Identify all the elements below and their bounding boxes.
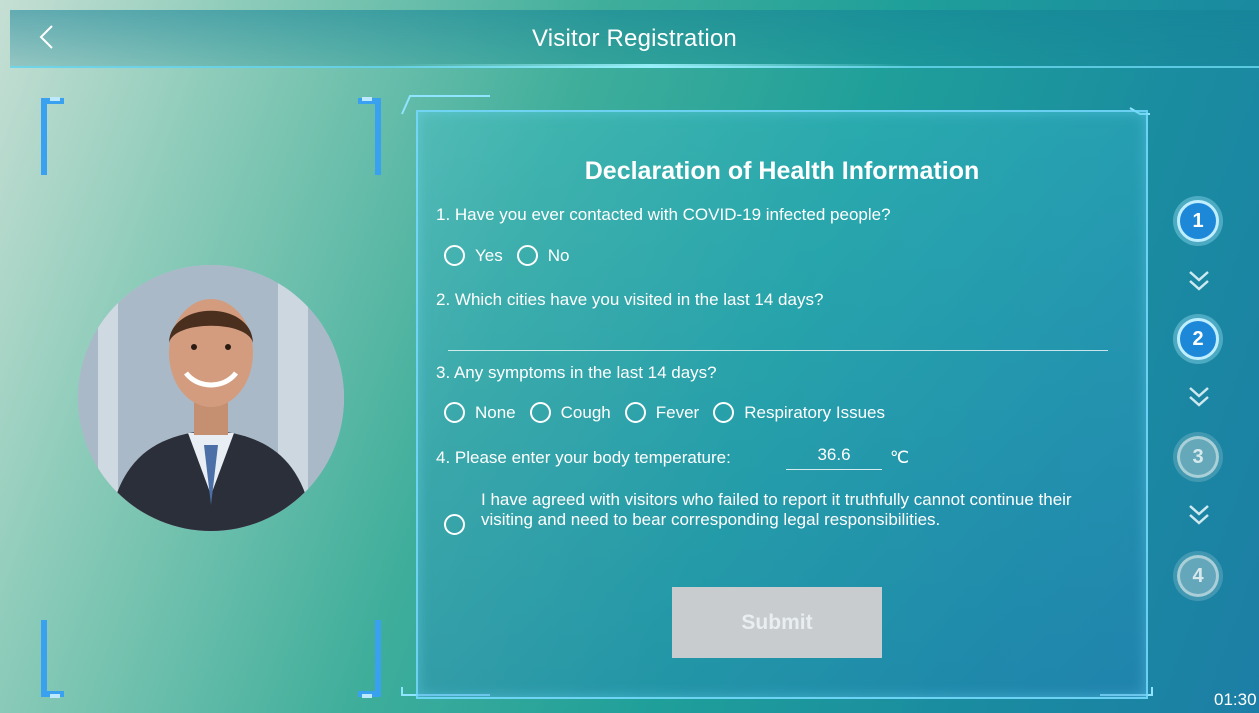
q3-option-none[interactable]: None <box>444 402 516 423</box>
frame-corner-bottom-left <box>41 620 64 698</box>
radio-button[interactable] <box>713 402 735 423</box>
radio-button[interactable] <box>444 402 465 423</box>
step-1-indicator: 1 <box>1177 200 1219 242</box>
option-label: No <box>547 245 570 265</box>
q1-option-yes[interactable]: Yes <box>444 245 503 266</box>
radio-button[interactable] <box>516 245 538 266</box>
form-heading: Declaration of Health Information <box>584 157 980 185</box>
step-4-indicator: 4 <box>1177 555 1219 597</box>
option-label: Cough <box>560 402 611 422</box>
person-avatar-icon <box>78 265 344 531</box>
temperature-unit: ℃ <box>890 448 910 467</box>
top-bar: Visitor Registration <box>10 10 1259 68</box>
temperature-input[interactable]: 36.6 <box>786 445 882 470</box>
agreement-radio[interactable] <box>444 514 465 535</box>
double-chevron-down-icon <box>1189 505 1209 525</box>
option-label: Yes <box>475 245 503 265</box>
option-label: Fever <box>655 402 700 422</box>
double-chevron-down-icon <box>1189 387 1209 407</box>
question-2: 2. Which cities have you visited in the … <box>436 290 824 309</box>
q1-option-no[interactable]: No <box>516 245 570 266</box>
radio-button[interactable] <box>444 245 465 266</box>
step-2-indicator: 2 <box>1177 318 1219 360</box>
frame-corner-top-left <box>41 97 64 175</box>
page-title: Visitor Registration <box>532 25 737 52</box>
visitor-photo <box>78 265 344 531</box>
frame-corner-top-right <box>358 97 381 175</box>
clock-time: 01:30 <box>1214 690 1257 709</box>
question-3: 3. Any symptoms in the last 14 days? <box>436 363 717 382</box>
q3-option-fever[interactable]: Fever <box>624 402 700 423</box>
agreement-text: I have agreed with visitors who failed t… <box>481 490 1072 529</box>
radio-button[interactable] <box>624 402 646 423</box>
frame-corner-bottom-right <box>358 620 381 698</box>
option-label: None <box>475 402 516 422</box>
submit-button[interactable]: Submit <box>672 587 882 658</box>
cities-input[interactable] <box>448 350 1108 351</box>
radio-button[interactable] <box>529 402 551 423</box>
q1-options: Yes No <box>444 245 583 266</box>
double-chevron-down-icon <box>1189 271 1209 291</box>
question-4: 4. Please enter your body temperature: <box>436 448 731 467</box>
option-label: Respiratory Issues <box>744 402 885 422</box>
q3-option-cough[interactable]: Cough <box>529 402 611 423</box>
title-glow-decoration <box>390 64 910 68</box>
q3-options: None Cough Fever Respiratory Issues <box>444 402 899 423</box>
step-3-indicator: 3 <box>1177 436 1219 478</box>
q3-option-respiratory[interactable]: Respiratory Issues <box>713 402 885 423</box>
question-1: 1. Have you ever contacted with COVID-19… <box>436 205 891 224</box>
health-declaration-panel: Declaration of Health Information 1. Hav… <box>416 110 1148 699</box>
